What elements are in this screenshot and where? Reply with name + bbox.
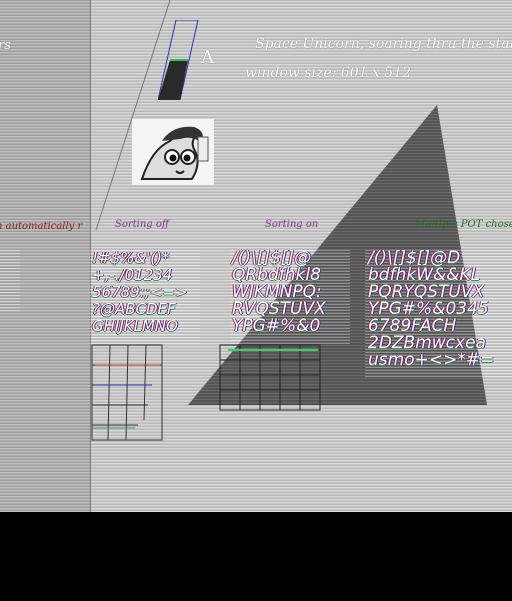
glyph-atlas-sorting-on: /()\[]$[]@ QRbdfhkl8 WJKMNPQ: RVQSTUVX Y… [232,248,326,336]
label-automatic: n automatically r [0,221,83,232]
level-meter [157,19,202,101]
window-size-readout: window size: 601 x 512 [245,65,412,81]
render-window: rs Space Unicorn, soaring thru the star … [0,0,512,512]
meter-letter: A [201,47,214,68]
pony-sprite-image [132,119,214,185]
glyph-grid-1 [91,344,163,441]
label-sorting-off: Sorting off [115,219,169,230]
label-multiple-pot: Multiple POT chose [415,219,512,230]
glyph-fragment-left [0,250,20,312]
scene-title: Space Unicorn, soaring thru the star [255,36,512,52]
left-fragment: rs [0,38,11,53]
label-sorting-on: Sorting on [265,219,319,230]
glyph-atlas-sorting-off: !#$%&'()* +,-./01234 56789:;<=> ?@ABCDEF… [92,249,188,335]
glyph-atlas-multiple-pot: /()\[]$[]@D bdfhkW&&KL PQRYQSTUVX YPG#%&… [368,248,495,370]
